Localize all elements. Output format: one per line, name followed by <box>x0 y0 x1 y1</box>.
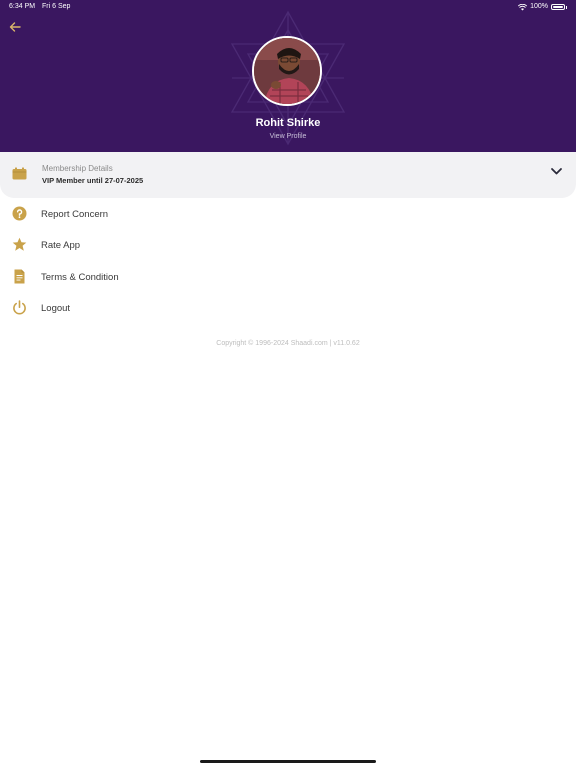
wifi-icon <box>518 3 528 10</box>
battery-percent: 100% <box>530 3 548 10</box>
menu-item-label: Rate App <box>41 240 81 251</box>
home-indicator[interactable] <box>200 760 376 763</box>
status-left: 6:34 PM Fri 6 Sep <box>9 0 70 14</box>
status-time: 6:34 PM <box>9 3 36 10</box>
view-profile-link[interactable]: View Profile <box>0 133 576 140</box>
membership-details-panel[interactable]: Membership Details VIP Member until 27-0… <box>0 152 576 198</box>
profile-header: 6:34 PM Fri 6 Sep 100% Rohit Shirke View… <box>0 0 576 152</box>
avatar[interactable] <box>252 36 322 106</box>
battery-icon <box>551 4 565 10</box>
membership-title: Membership Details <box>42 164 113 173</box>
avatar-photo-icon <box>254 38 320 104</box>
menu-item-logout[interactable]: Logout <box>0 294 576 322</box>
menu-item-label: Logout <box>41 303 71 314</box>
star-icon <box>12 237 27 251</box>
power-icon <box>13 300 26 315</box>
membership-card-icon <box>12 167 27 180</box>
document-icon <box>14 269 25 284</box>
profile-name: Rohit Shirke <box>255 117 321 129</box>
help-circle-icon <box>12 206 27 221</box>
arrow-left-icon <box>9 22 21 32</box>
status-date: Fri 6 Sep <box>42 3 71 10</box>
menu-item-report-concern[interactable]: Report Concern <box>0 200 576 228</box>
status-right: 100% <box>518 0 567 14</box>
chevron-down-icon[interactable] <box>550 166 563 176</box>
menu-item-rate-app[interactable]: Rate App <box>0 231 576 259</box>
copyright-text: Copyright © 1996-2024 Shaadi.com | v11.0… <box>216 340 360 347</box>
menu-item-label: Report Concern <box>41 209 109 220</box>
menu-item-label: Terms & Condition <box>41 272 119 283</box>
menu-item-terms[interactable]: Terms & Condition <box>0 263 576 291</box>
back-button[interactable] <box>6 18 24 36</box>
membership-status: VIP Member until 27-07-2025 <box>42 176 144 185</box>
